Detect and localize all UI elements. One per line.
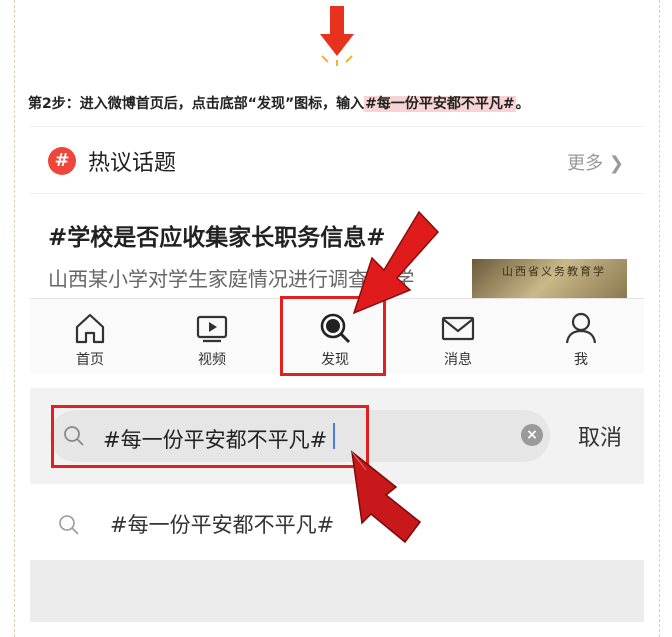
tab-messages[interactable]: 消息: [398, 299, 518, 375]
down-arrow-icon: [320, 6, 354, 66]
discover-highlight-box: [280, 296, 386, 376]
step-instruction: 第2步：进入微博首页后，点击底部“发现”图标，输入#每一份平安都不平凡#。: [28, 96, 530, 112]
profile-icon: [565, 312, 597, 344]
divider: [30, 193, 644, 194]
hot-topic-thumbnail[interactable]: 山西省义务教育学: [472, 259, 627, 299]
search-suggestion[interactable]: #每一份平安都不平凡#: [30, 484, 644, 560]
hot-topics-title: 热议话题: [88, 151, 177, 176]
home-icon: [75, 313, 105, 344]
video-icon: [196, 315, 228, 343]
more-link[interactable]: 更多 ❯: [567, 149, 624, 175]
frame-border-right: [659, 0, 660, 637]
search-icon: [59, 515, 79, 535]
hot-topic-description: 山西某小学对学生家庭情况进行调查 把学: [48, 267, 415, 291]
clear-icon[interactable]: ×: [521, 424, 543, 446]
hot-topic-headline[interactable]: #学校是否应收集家长职务信息#: [48, 218, 386, 252]
search-highlight-box: [51, 405, 369, 468]
highlighted-keyword: #每一份平安都不平凡#: [364, 96, 516, 112]
chevron-right-icon: ❯: [608, 153, 624, 174]
tab-profile[interactable]: 我: [521, 299, 641, 375]
cancel-button[interactable]: 取消: [578, 420, 622, 452]
separator-strip: [30, 374, 644, 388]
suggestion-text: #每一份平安都不平凡#: [110, 513, 335, 537]
tab-home[interactable]: 首页: [30, 299, 150, 375]
hashtag-icon: #: [48, 147, 76, 175]
frame-border-left: [14, 0, 15, 637]
mail-icon: [441, 316, 475, 341]
empty-area: [30, 560, 644, 622]
hot-topics-card: # 热议话题 更多 ❯ #学校是否应收集家长职务信息# 山西某小学对学生家庭情况…: [30, 126, 644, 299]
tab-video[interactable]: 视频: [152, 299, 272, 375]
